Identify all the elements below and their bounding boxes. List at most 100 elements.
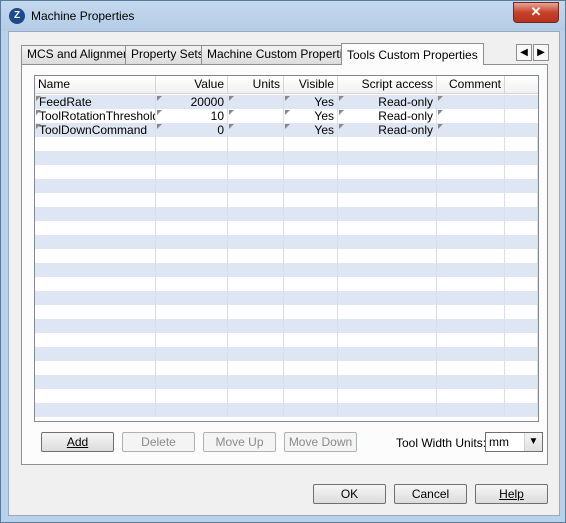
empty-cell xyxy=(284,333,338,347)
empty-row xyxy=(35,291,538,305)
cell-script-access[interactable]: Read-only xyxy=(338,123,437,137)
empty-cell xyxy=(338,333,437,347)
empty-cell xyxy=(284,151,338,165)
cancel-button[interactable]: Cancel xyxy=(394,484,467,504)
empty-cell xyxy=(505,389,538,403)
cell-script-access[interactable]: Read-only xyxy=(338,109,437,123)
cell-units[interactable] xyxy=(228,109,284,123)
empty-cell xyxy=(35,179,156,193)
edit-corner-icon xyxy=(285,96,290,101)
cell-visible[interactable]: Yes xyxy=(284,123,338,137)
empty-cell xyxy=(35,165,156,179)
window-title: Machine Properties xyxy=(31,9,135,23)
column-header-visible[interactable]: Visible xyxy=(284,76,338,93)
empty-cell xyxy=(35,277,156,291)
empty-cell xyxy=(35,235,156,249)
tab-machine-custom-properties[interactable]: Machine Custom Properties xyxy=(201,45,362,64)
cell-filler[interactable] xyxy=(505,123,538,137)
empty-cell xyxy=(284,361,338,375)
empty-cell xyxy=(284,291,338,305)
cell-text: ToolDownCommand xyxy=(39,123,148,137)
chevron-down-icon[interactable]: ▼ xyxy=(524,433,542,451)
cell-units[interactable] xyxy=(228,123,284,137)
tool-width-units-label: Tool Width Units: xyxy=(396,436,487,450)
edit-corner-icon xyxy=(285,110,290,115)
cell-name[interactable]: FeedRate xyxy=(35,95,156,109)
column-header-units[interactable]: Units xyxy=(228,76,284,93)
help-button[interactable]: Help xyxy=(475,484,548,504)
tool-width-units-select[interactable]: mm ▼ xyxy=(485,432,543,452)
column-header-name[interactable]: Name xyxy=(35,76,156,93)
cell-visible[interactable]: Yes xyxy=(284,95,338,109)
tab-scroll-right-icon[interactable]: ▶ xyxy=(533,44,549,61)
tab-scroll-left-icon[interactable]: ◀ xyxy=(516,44,532,61)
cell-value[interactable]: 0 xyxy=(156,123,228,137)
cell-comment[interactable] xyxy=(437,109,505,123)
empty-cell xyxy=(284,221,338,235)
empty-cell xyxy=(156,193,228,207)
empty-cell xyxy=(35,333,156,347)
empty-row xyxy=(35,151,538,165)
empty-cell xyxy=(437,375,505,389)
table-row[interactable]: ToolDownCommand 0 Yes Read-only xyxy=(35,123,538,137)
empty-row xyxy=(35,165,538,179)
cell-text: 10 xyxy=(210,109,224,123)
empty-cell xyxy=(35,193,156,207)
cell-comment[interactable] xyxy=(437,95,505,109)
empty-row xyxy=(35,333,538,347)
table-row[interactable]: FeedRate 20000 Yes Read-only xyxy=(35,95,538,109)
empty-cell xyxy=(35,263,156,277)
cell-comment[interactable] xyxy=(437,123,505,137)
column-header-comment[interactable]: Comment xyxy=(437,76,505,93)
ok-button[interactable]: OK xyxy=(313,484,386,504)
empty-cell xyxy=(228,403,284,417)
empty-cell xyxy=(156,347,228,361)
move-up-button[interactable]: Move Up xyxy=(203,432,276,452)
tab-tools-custom-properties[interactable]: Tools Custom Properties xyxy=(341,43,484,65)
empty-cell xyxy=(156,221,228,235)
column-header-filler xyxy=(505,76,538,93)
empty-cell xyxy=(505,347,538,361)
empty-cell xyxy=(338,375,437,389)
cell-text: Yes xyxy=(314,123,334,137)
empty-cell xyxy=(505,207,538,221)
empty-cell xyxy=(156,403,228,417)
empty-cell xyxy=(284,389,338,403)
empty-cell xyxy=(228,333,284,347)
empty-cell xyxy=(156,263,228,277)
cell-filler[interactable] xyxy=(505,95,538,109)
edit-corner-icon xyxy=(339,124,344,129)
cell-name[interactable]: ToolRotationThreshold xyxy=(35,109,156,123)
cell-script-access[interactable]: Read-only xyxy=(338,95,437,109)
cell-text: Read-only xyxy=(378,95,433,109)
empty-cell xyxy=(505,221,538,235)
empty-cell xyxy=(284,165,338,179)
cell-visible[interactable]: Yes xyxy=(284,109,338,123)
empty-cell xyxy=(228,151,284,165)
edit-corner-icon xyxy=(285,124,290,129)
tab-panel: Name Value Units Visible Script access C… xyxy=(21,64,548,465)
empty-cell xyxy=(284,179,338,193)
edit-corner-icon xyxy=(36,96,41,101)
tab-mcs-and-alignment[interactable]: MCS and Alignment xyxy=(21,45,140,64)
column-header-script-access[interactable]: Script access xyxy=(338,76,437,93)
title-bar[interactable]: Z Machine Properties ✕ xyxy=(1,1,565,31)
cell-value[interactable]: 20000 xyxy=(156,95,228,109)
empty-cell xyxy=(284,305,338,319)
empty-cell xyxy=(156,389,228,403)
empty-cell xyxy=(505,361,538,375)
tab-property-sets[interactable]: Property Sets xyxy=(125,45,210,64)
properties-grid[interactable]: Name Value Units Visible Script access C… xyxy=(34,75,539,422)
move-down-button[interactable]: Move Down xyxy=(284,432,357,452)
cell-filler[interactable] xyxy=(505,109,538,123)
cell-name[interactable]: ToolDownCommand xyxy=(35,123,156,137)
add-button[interactable]: Add xyxy=(41,432,114,452)
empty-row xyxy=(35,249,538,263)
add-button-label: Add xyxy=(66,435,89,449)
table-row[interactable]: ToolRotationThreshold 10 Yes Read-only xyxy=(35,109,538,123)
cell-units[interactable] xyxy=(228,95,284,109)
column-header-value[interactable]: Value xyxy=(156,76,228,93)
delete-button[interactable]: Delete xyxy=(122,432,195,452)
cell-value[interactable]: 10 xyxy=(156,109,228,123)
close-button[interactable]: ✕ xyxy=(513,2,559,23)
